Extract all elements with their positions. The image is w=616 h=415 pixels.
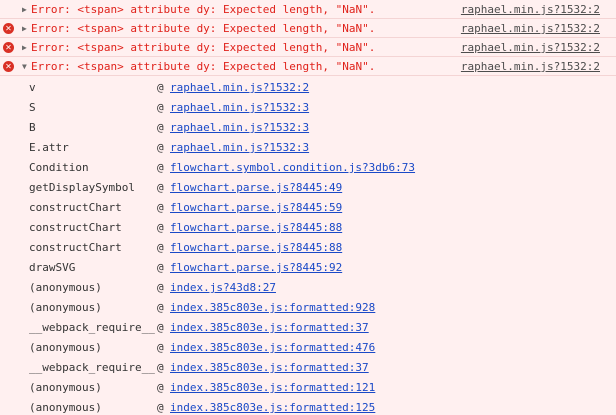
stack-frame: B @ raphael.min.js?1532:3 <box>0 118 616 138</box>
stack-trace: v @ raphael.min.js?1532:2 S @ raphael.min.js?… <box>0 76 616 415</box>
stack-function-name: constructChart <box>29 201 122 214</box>
stack-function-name: S <box>29 101 36 114</box>
at-symbol: @ <box>157 321 164 334</box>
stack-function-name: (anonymous) <box>29 341 102 354</box>
expand-triangle-right-icon[interactable]: ▶ <box>22 38 30 57</box>
stack-function-name: E.attr <box>29 141 69 154</box>
stack-location-link[interactable]: raphael.min.js?1532:3 <box>170 98 309 118</box>
stack-function-name: B <box>29 121 36 134</box>
at-symbol: @ <box>157 121 164 134</box>
error-source-link[interactable]: raphael.min.js?1532:2 <box>461 0 600 19</box>
error-source-link[interactable]: raphael.min.js?1532:2 <box>461 57 600 76</box>
stack-function-name: (anonymous) <box>29 281 102 294</box>
expand-triangle-down-icon[interactable]: ▼ <box>22 57 30 76</box>
stack-function-name: constructChart <box>29 241 122 254</box>
at-symbol: @ <box>157 161 164 174</box>
at-symbol: @ <box>157 241 164 254</box>
error-icon: ✕ <box>3 42 14 53</box>
stack-location-link[interactable]: raphael.min.js?1532:3 <box>170 138 309 158</box>
stack-location-link[interactable]: index.385c803e.js:formatted:476 <box>170 338 375 358</box>
error-message-row[interactable]: ✕ ▶ Error: <tspan> attribute dy: Expected … <box>0 19 616 38</box>
at-symbol: @ <box>157 401 164 414</box>
stack-frame: getDisplaySymbol @ flowchart.parse.js?8445… <box>0 178 616 198</box>
stack-function-name: (anonymous) <box>29 381 102 394</box>
stack-frame: E.attr @ raphael.min.js?1532:3 <box>0 138 616 158</box>
error-source-link[interactable]: raphael.min.js?1532:2 <box>461 19 600 38</box>
expand-triangle-right-icon[interactable]: ▶ <box>22 0 30 19</box>
stack-location-link[interactable]: index.385c803e.js:formatted:121 <box>170 378 375 398</box>
stack-function-name: __webpack_require__ <box>29 321 155 334</box>
stack-frame: constructChart @ flowchart.parse.js?8445:8… <box>0 218 616 238</box>
at-symbol: @ <box>157 341 164 354</box>
error-text: Error: <tspan> attribute dy: Expected le… <box>31 41 376 54</box>
at-symbol: @ <box>157 381 164 394</box>
error-icon: ✕ <box>3 23 14 34</box>
stack-location-link[interactable]: index.385c803e.js:formatted:928 <box>170 298 375 318</box>
stack-frame: (anonymous) @ index.js?43d8:27 <box>0 278 616 298</box>
stack-function-name: v <box>29 81 36 94</box>
error-icon: ✕ <box>3 61 14 72</box>
stack-function-name: constructChart <box>29 221 122 234</box>
stack-function-name: getDisplaySymbol <box>29 181 135 194</box>
stack-frame: (anonymous) @ index.385c803e.js:formatted:… <box>0 298 616 318</box>
error-text: Error: <tspan> attribute dy: Expected le… <box>31 60 376 73</box>
stack-function-name: Condition <box>29 161 89 174</box>
at-symbol: @ <box>157 281 164 294</box>
at-symbol: @ <box>157 141 164 154</box>
at-symbol: @ <box>157 301 164 314</box>
stack-location-link[interactable]: flowchart.parse.js?8445:88 <box>170 218 342 238</box>
at-symbol: @ <box>157 221 164 234</box>
error-source-link[interactable]: raphael.min.js?1532:2 <box>461 38 600 57</box>
stack-function-name: (anonymous) <box>29 301 102 314</box>
at-symbol: @ <box>157 361 164 374</box>
stack-function-name: __webpack_require__ <box>29 361 155 374</box>
error-text: Error: <tspan> attribute dy: Expected le… <box>31 22 376 35</box>
stack-frame: (anonymous) @ index.385c803e.js:formatted:… <box>0 378 616 398</box>
stack-location-link[interactable]: raphael.min.js?1532:2 <box>170 78 309 98</box>
error-message-row[interactable]: ✕ ▶ Error: <tspan> attribute dy: Expected … <box>0 38 616 57</box>
at-symbol: @ <box>157 261 164 274</box>
stack-frame: Condition @ flowchart.symbol.condition.js?… <box>0 158 616 178</box>
stack-frame: __webpack_require__ @ index.385c803e.js:fo… <box>0 318 616 338</box>
stack-location-link[interactable]: flowchart.symbol.condition.js?3db6:73 <box>170 158 415 178</box>
at-symbol: @ <box>157 181 164 194</box>
stack-function-name: drawSVG <box>29 261 76 274</box>
stack-location-link[interactable]: index.385c803e.js:formatted:37 <box>170 318 369 338</box>
stack-frame: constructChart @ flowchart.parse.js?8445:5… <box>0 198 616 218</box>
stack-location-link[interactable]: flowchart.parse.js?8445:49 <box>170 178 342 198</box>
stack-frame: constructChart @ flowchart.parse.js?8445:8… <box>0 238 616 258</box>
stack-location-link[interactable]: index.js?43d8:27 <box>170 278 276 298</box>
stack-frame: S @ raphael.min.js?1532:3 <box>0 98 616 118</box>
at-symbol: @ <box>157 101 164 114</box>
expand-triangle-right-icon[interactable]: ▶ <box>22 19 30 38</box>
stack-frame: (anonymous) @ index.385c803e.js:formatted:… <box>0 338 616 358</box>
stack-location-link[interactable]: flowchart.parse.js?8445:59 <box>170 198 342 218</box>
error-text: Error: <tspan> attribute dy: Expected le… <box>31 3 376 16</box>
at-symbol: @ <box>157 201 164 214</box>
stack-location-link[interactable]: index.385c803e.js:formatted:37 <box>170 358 369 378</box>
error-message-row[interactable]: ✕ ▼ Error: <tspan> attribute dy: Expected … <box>0 57 616 76</box>
error-message-row[interactable]: ▶ Error: <tspan> attribute dy: Expected l… <box>0 0 616 19</box>
stack-frame: v @ raphael.min.js?1532:2 <box>0 78 616 98</box>
stack-location-link[interactable]: index.385c803e.js:formatted:125 <box>170 398 375 415</box>
stack-function-name: (anonymous) <box>29 401 102 414</box>
at-symbol: @ <box>157 81 164 94</box>
error-list: ▶ Error: <tspan> attribute dy: Expected l… <box>0 0 616 76</box>
stack-location-link[interactable]: flowchart.parse.js?8445:92 <box>170 258 342 278</box>
stack-location-link[interactable]: flowchart.parse.js?8445:88 <box>170 238 342 258</box>
stack-location-link[interactable]: raphael.min.js?1532:3 <box>170 118 309 138</box>
stack-frame: (anonymous) @ index.385c803e.js:formatted:… <box>0 398 616 415</box>
stack-frame: drawSVG @ flowchart.parse.js?8445:92 <box>0 258 616 278</box>
stack-frame: __webpack_require__ @ index.385c803e.js:fo… <box>0 358 616 378</box>
console-panel: ▶ Error: <tspan> attribute dy: Expected l… <box>0 0 616 415</box>
